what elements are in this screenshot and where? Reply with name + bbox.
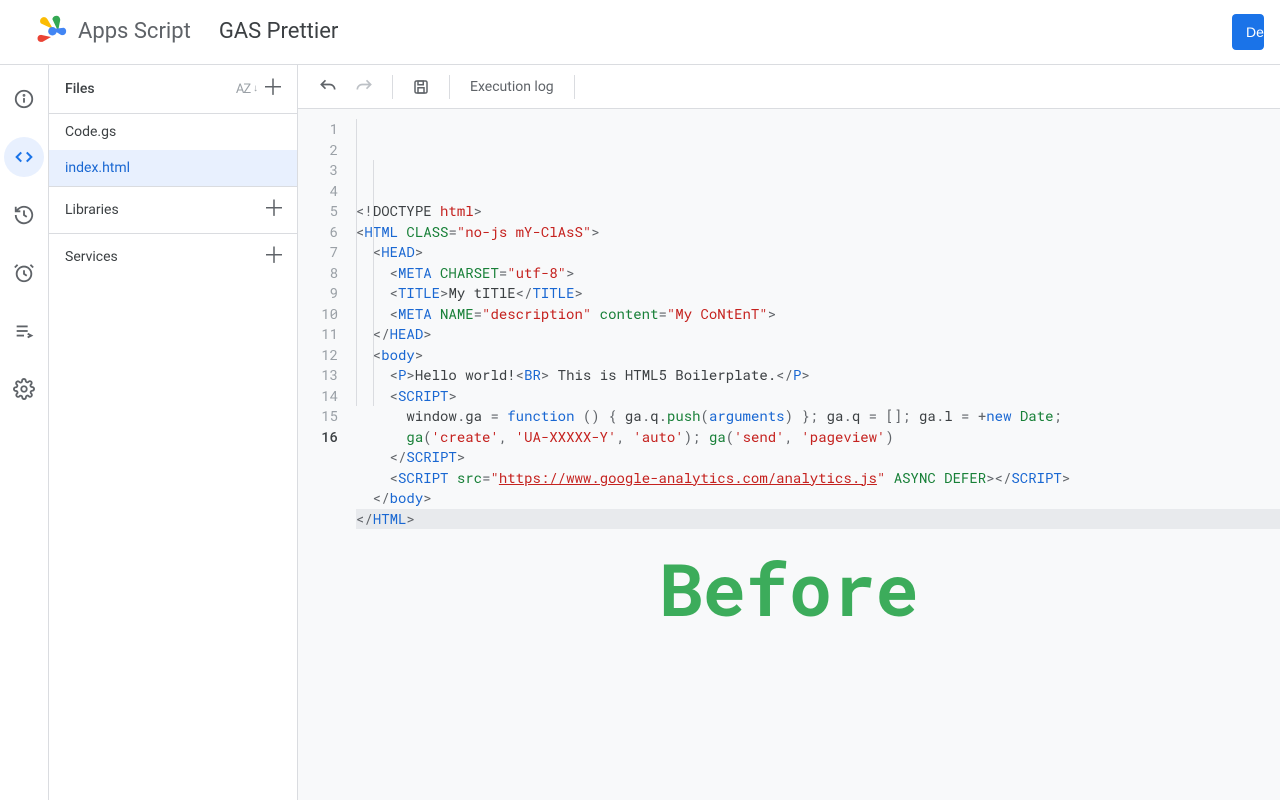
toolbar-separator: [392, 75, 393, 99]
line-number: 15: [298, 406, 338, 427]
alarm-icon: [13, 262, 35, 284]
code-line[interactable]: <!DOCTYPE html>: [356, 201, 1280, 222]
line-number: 7: [298, 242, 338, 263]
code-line[interactable]: <HTML CLASS="no-js mY-ClAsS">: [356, 222, 1280, 243]
line-number: 10: [298, 304, 338, 325]
file-list: Code.gsindex.html: [49, 114, 297, 186]
code-line[interactable]: </HEAD>: [356, 324, 1280, 345]
files-label: Files: [65, 81, 231, 97]
redo-button[interactable]: [350, 73, 378, 101]
code-line[interactable]: </HTML>: [356, 509, 1280, 530]
apps-script-logo-icon: [34, 15, 68, 49]
info-icon: [13, 88, 35, 110]
undo-icon: [318, 77, 338, 97]
code-line[interactable]: <SCRIPT src="https://www.google-analytic…: [356, 468, 1280, 489]
line-number: 9: [298, 283, 338, 304]
history-icon: [13, 204, 35, 226]
product-logo[interactable]: Apps Script: [34, 15, 191, 49]
left-rail: [0, 65, 48, 800]
code-line[interactable]: <TITLE>My tITlE</TITLE>: [356, 283, 1280, 304]
indent-guide: [373, 160, 374, 406]
sort-files-button[interactable]: AZ: [231, 77, 255, 101]
line-number: 8: [298, 263, 338, 284]
line-number: 2: [298, 140, 338, 161]
code-line[interactable]: <P>Hello world!<BR> This is HTML5 Boiler…: [356, 365, 1280, 386]
files-header: Files AZ ＋: [49, 65, 297, 114]
plus-icon: ＋: [262, 78, 284, 100]
line-number: 13: [298, 365, 338, 386]
services-section[interactable]: Services ＋: [49, 233, 297, 280]
toolbar-separator: [574, 75, 575, 99]
sidebar: Files AZ ＋ Code.gsindex.html Libraries ＋…: [48, 65, 298, 800]
project-title[interactable]: GAS Prettier: [219, 19, 339, 44]
code-line[interactable]: </SCRIPT>: [356, 447, 1280, 468]
code-editor[interactable]: 12345678910111213141516 <!DOCTYPE html><…: [298, 109, 1280, 800]
save-icon: [412, 78, 430, 96]
libraries-label: Libraries: [65, 202, 263, 218]
line-numbers: 12345678910111213141516: [298, 109, 348, 800]
code-content[interactable]: <!DOCTYPE html><HTML CLASS="no-js mY-ClA…: [348, 109, 1280, 800]
header: Apps Script GAS Prettier Deploy: [0, 0, 1280, 64]
code-icon: [13, 146, 35, 168]
rail-triggers[interactable]: [4, 253, 44, 293]
line-number: 16: [298, 427, 338, 448]
plus-icon: ＋: [263, 199, 285, 221]
code-line[interactable]: <META NAME="description" content="My CoN…: [356, 304, 1280, 325]
rail-editor[interactable]: [4, 137, 44, 177]
code-line[interactable]: <META CHARSET="utf-8">: [356, 263, 1280, 284]
file-item[interactable]: Code.gs: [49, 114, 297, 150]
execution-log-icon: [13, 320, 35, 342]
add-file-button[interactable]: ＋: [261, 77, 285, 101]
rail-executions[interactable]: [4, 311, 44, 351]
file-item[interactable]: index.html: [49, 150, 297, 186]
code-line[interactable]: window.ga = function () { ga.q.push(argu…: [356, 406, 1280, 427]
libraries-section[interactable]: Libraries ＋: [49, 186, 297, 233]
editor-toolbar: Execution log: [298, 65, 1280, 109]
plus-icon: ＋: [263, 246, 285, 268]
line-number: 12: [298, 345, 338, 366]
code-line[interactable]: </body>: [356, 488, 1280, 509]
save-button[interactable]: [407, 73, 435, 101]
services-label: Services: [65, 249, 263, 265]
undo-button[interactable]: [314, 73, 342, 101]
gear-icon: [13, 378, 35, 400]
line-number: 3: [298, 160, 338, 181]
toolbar-separator: [449, 75, 450, 99]
line-number: 6: [298, 222, 338, 243]
overlay-label: Before: [659, 579, 918, 600]
editor-area: Execution log 12345678910111213141516 <!…: [298, 65, 1280, 800]
code-line[interactable]: <SCRIPT>: [356, 386, 1280, 407]
redo-icon: [354, 77, 374, 97]
indent-guide: [356, 119, 357, 406]
code-line[interactable]: <HEAD>: [356, 242, 1280, 263]
execution-log-button[interactable]: Execution log: [464, 79, 560, 95]
product-name: Apps Script: [78, 19, 191, 44]
line-number: 1: [298, 119, 338, 140]
line-number: 11: [298, 324, 338, 345]
deploy-button[interactable]: Deploy: [1232, 14, 1264, 50]
rail-overview[interactable]: [4, 79, 44, 119]
code-line[interactable]: <body>: [356, 345, 1280, 366]
line-number: 5: [298, 201, 338, 222]
line-number: 14: [298, 386, 338, 407]
rail-settings[interactable]: [4, 369, 44, 409]
line-number: 4: [298, 181, 338, 202]
code-line[interactable]: ga('create', 'UA-XXXXX-Y', 'auto'); ga('…: [356, 427, 1280, 448]
rail-history[interactable]: [4, 195, 44, 235]
